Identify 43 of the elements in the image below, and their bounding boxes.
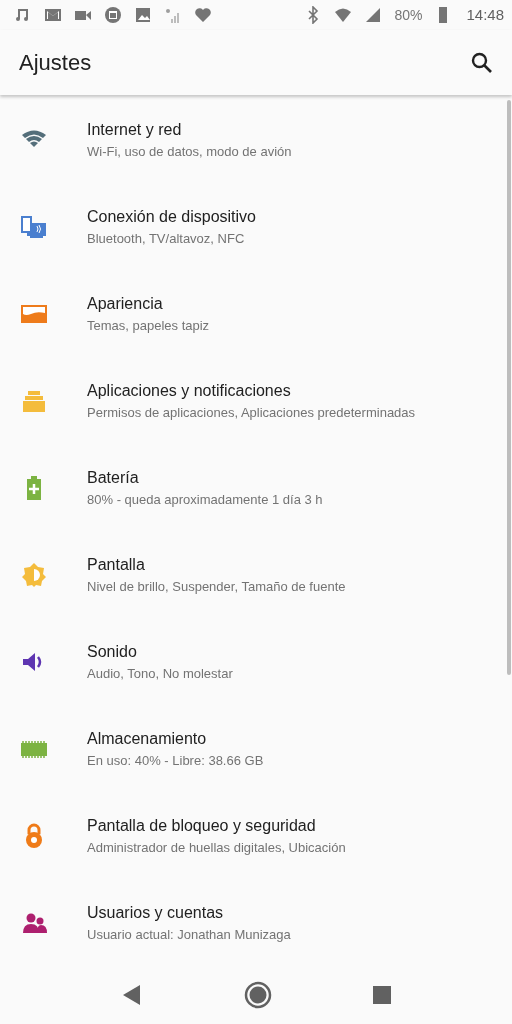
item-title: Pantalla xyxy=(87,555,146,574)
item-subtitle: Bluetooth, TV/altavoz, NFC xyxy=(87,230,246,246)
item-title: Apariencia xyxy=(87,294,164,313)
item-title: Conexión de dispositivo xyxy=(87,207,256,226)
item-subtitle: Wi-Fi, uso de datos, modo de avión xyxy=(87,143,292,159)
item-subtitle: Usuario actual: Jonathan Munizaga xyxy=(87,926,291,942)
item-title: Usuarios y cuentas xyxy=(87,903,225,922)
home-icon xyxy=(244,981,272,1010)
settings-item[interactable]: Internet y red Wi-Fi, uso de datos, modo de avión xyxy=(0,96,512,184)
settings-item[interactable]: Almacenamiento En uso: 40% - Libre: 38.66 GB xyxy=(0,705,512,793)
clock: 14:48 xyxy=(466,6,504,24)
recents-icon xyxy=(372,985,392,1006)
search-icon xyxy=(470,50,494,75)
settings-item[interactable]: Pantalla Nivel de brillo, Suspender, Tamaño de fuente xyxy=(0,531,512,619)
settings-item[interactable]: Batería 80% - queda aproximadamente 1 día 3 h xyxy=(0,444,512,532)
item-subtitle: Administrador de huellas digitales, Ubicación xyxy=(87,839,346,855)
item-subtitle: Permisos de aplicaciones, Aplicaciones predeterminadas xyxy=(87,404,416,420)
item-title: Aplicaciones y notificaciones xyxy=(87,381,292,400)
item-subtitle: Audio, Tono, No molestar xyxy=(87,665,233,681)
item-title: Batería xyxy=(87,468,140,487)
item-title: Sonido xyxy=(87,642,138,661)
item-subtitle: Nivel de brillo, Suspender, Tamaño de fuente xyxy=(87,578,346,594)
brightness-icon xyxy=(20,560,48,589)
image-icon xyxy=(134,5,152,24)
settings-item[interactable]: Pantalla de bloqueo y seguridad Administrador de huellas digitales, Ubicación xyxy=(0,792,512,880)
item-title: Internet y red xyxy=(87,120,183,139)
settings-item[interactable]: Usuarios y cuentas Usuario actual: Jonathan Munizaga xyxy=(0,879,512,967)
home-button[interactable] xyxy=(244,981,272,1010)
item-subtitle: Temas, papeles tapiz xyxy=(87,317,210,333)
screen-title: Ajustes xyxy=(19,49,93,76)
battery-percent: 80% xyxy=(394,6,423,23)
item-subtitle: 80% - queda aproximadamente 1 día 3 h xyxy=(87,491,323,507)
item-title: Almacenamiento xyxy=(87,729,208,748)
heart-icon xyxy=(194,5,212,24)
settings-item[interactable]: Aplicaciones y notificaciones Permisos de aplicaciones, Aplicaciones predeterminadas xyxy=(0,357,512,445)
film-badge-icon xyxy=(104,5,122,24)
settings-item[interactable]: Apariencia Temas, papeles tapiz xyxy=(0,270,512,358)
settings-item[interactable]: Conexión de dispositivo Bluetooth, TV/altavoz, NFC xyxy=(0,183,512,271)
item-title: Pantalla de bloqueo y seguridad xyxy=(87,816,317,835)
recents-button[interactable] xyxy=(372,985,392,1006)
search-button[interactable] xyxy=(470,50,494,75)
settings-item[interactable]: Sonido Audio, Tono, No molestar xyxy=(0,618,512,706)
item-subtitle: En uso: 40% - Libre: 38.66 GB xyxy=(87,752,264,768)
